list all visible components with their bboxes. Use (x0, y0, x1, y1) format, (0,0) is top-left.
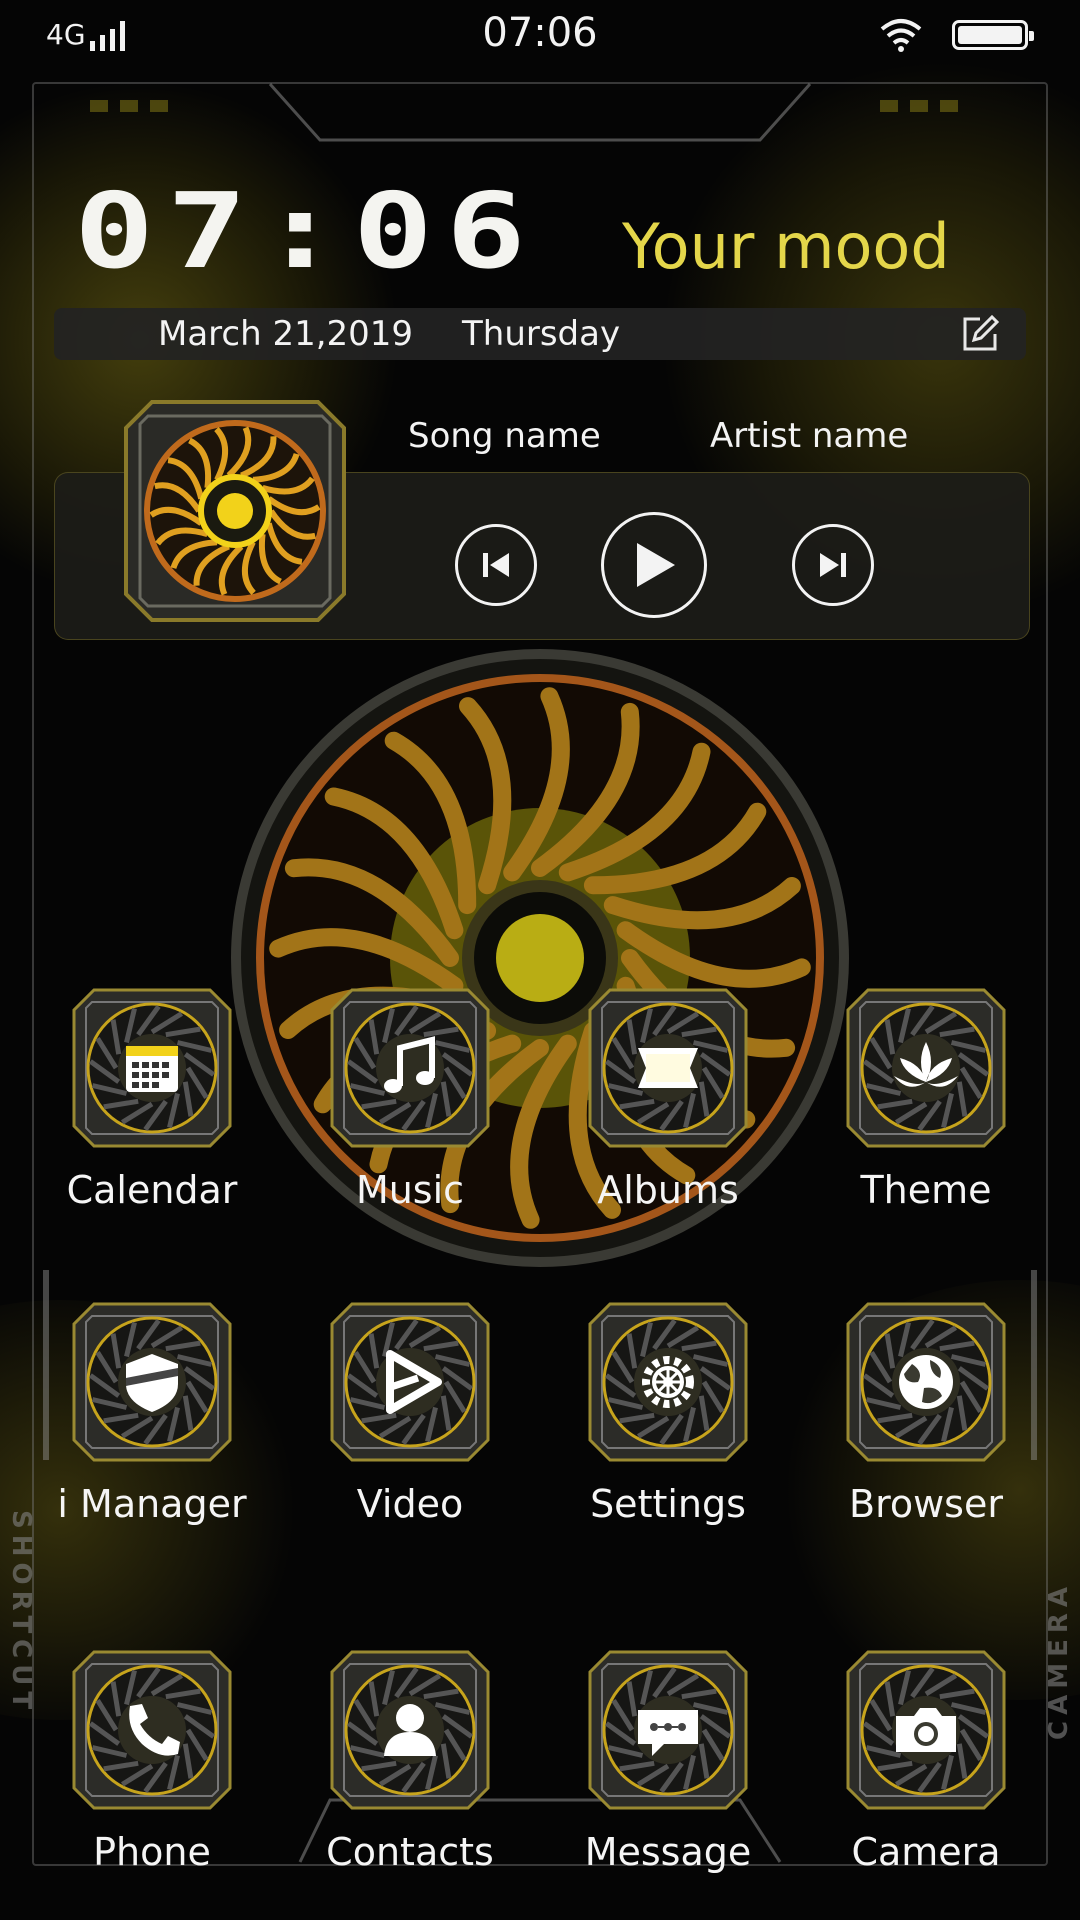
play-icon (637, 543, 675, 587)
app-label: Calendar (66, 1168, 238, 1212)
play-button[interactable] (601, 512, 707, 618)
app-theme[interactable]: Theme (797, 988, 1055, 1228)
shield-icon (72, 1302, 232, 1462)
next-icon (820, 553, 846, 577)
app-label: Settings (590, 1482, 746, 1526)
app-calendar[interactable]: Calendar (23, 988, 281, 1228)
lotus-icon (846, 988, 1006, 1148)
app-label: Music (355, 1168, 465, 1212)
edit-icon[interactable] (960, 314, 1000, 354)
app-label: Message (584, 1830, 752, 1874)
app-label: Albums (597, 1168, 739, 1212)
play-triangle-icon (330, 1302, 490, 1462)
gear-icon (588, 1302, 748, 1462)
date-bar: March 21,2019 Thursday (54, 308, 1026, 360)
photo-frame-icon (588, 988, 748, 1148)
phone-handset-icon (72, 1650, 232, 1810)
weekday-text: Thursday (462, 314, 621, 354)
calendar-icon (72, 988, 232, 1148)
app-albums[interactable]: Albums (539, 988, 797, 1228)
date-text: March 21,2019 (158, 314, 414, 354)
battery-icon (952, 20, 1034, 50)
next-track-button[interactable] (792, 524, 874, 606)
music-note-icon (330, 988, 490, 1148)
app-label: Phone (93, 1830, 211, 1874)
previous-icon (483, 553, 509, 577)
song-name: Song name (408, 416, 601, 456)
app-message[interactable]: Message (539, 1650, 797, 1890)
previous-track-button[interactable] (455, 524, 537, 606)
app-contacts[interactable]: Contacts (281, 1650, 539, 1890)
globe-icon (846, 1302, 1006, 1462)
app-video[interactable]: Video (281, 1302, 539, 1542)
camera-icon (846, 1650, 1006, 1810)
chat-bubble-icon (588, 1650, 748, 1810)
app-i-manager[interactable]: i Manager (23, 1302, 281, 1542)
app-settings[interactable]: Settings (539, 1302, 797, 1542)
person-icon (330, 1650, 490, 1810)
album-art-turbine-icon[interactable] (122, 398, 348, 624)
app-label: Theme (860, 1168, 992, 1212)
app-label: Browser (849, 1482, 1003, 1526)
status-bar: 4G 07:06 (0, 0, 1080, 70)
app-label: Video (356, 1482, 464, 1526)
app-music[interactable]: Music (281, 988, 539, 1228)
app-browser[interactable]: Browser (797, 1302, 1055, 1542)
app-label: Camera (851, 1830, 1001, 1874)
clock-time[interactable]: 07:06 (74, 170, 539, 292)
mood-text[interactable]: Your mood (622, 210, 950, 283)
app-camera[interactable]: Camera (797, 1650, 1055, 1890)
artist-name: Artist name (710, 416, 909, 456)
side-label-shortcut: SHORTCUT (6, 1510, 36, 1716)
app-label: Contacts (326, 1830, 494, 1874)
app-phone[interactable]: Phone (23, 1650, 281, 1890)
side-label-camera: CAMERA (1044, 1581, 1074, 1740)
wifi-icon (880, 19, 922, 52)
app-label: i Manager (57, 1482, 247, 1526)
